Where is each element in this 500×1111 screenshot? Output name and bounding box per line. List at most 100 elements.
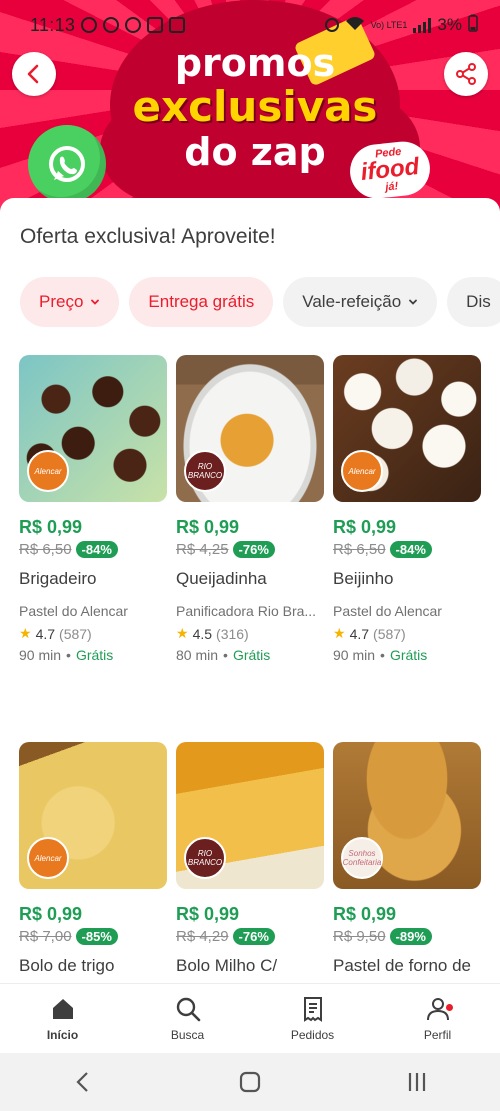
ifood-logo: Pede ifood já! — [347, 138, 433, 202]
original-price: R$ 6,50 — [19, 541, 72, 558]
original-price: R$ 7,00 — [19, 928, 72, 945]
filter-chip-free-delivery[interactable]: Entrega grátis — [129, 277, 274, 327]
product-card-beijinho[interactable]: Alencar R$ 0,99 R$ 6,50 -84% Beijinho Pa… — [333, 355, 481, 685]
back-button[interactable] — [12, 52, 56, 96]
offers-sheet: Oferta exclusiva! Aproveite! Preço Entre… — [0, 198, 500, 988]
product-card-queijadinha[interactable]: RIO BRANCO R$ 0,99 R$ 4,25 -76% Queijadi… — [176, 355, 324, 685]
product-image: Sonhos Confeitaria — [333, 742, 481, 889]
product-price: R$ 0,99 — [176, 517, 240, 537]
discount-badge: -89% — [389, 928, 432, 945]
promo-line-2: exclusivas — [132, 82, 378, 131]
whatsapp-notification-icon — [81, 17, 98, 33]
original-price: R$ 4,29 — [176, 928, 229, 945]
rating-value: 4.7 — [35, 625, 56, 642]
product-name: Bolo de trigo — [19, 956, 115, 975]
nav-item-search[interactable]: Busca — [128, 996, 248, 1042]
signal-icon — [413, 17, 432, 33]
product-card-pastel-de-forno[interactable]: Sonhos Confeitaria R$ 0,99 R$ 9,50 -89% … — [333, 742, 481, 982]
whatsapp-icon — [28, 125, 106, 203]
nav-label: Início — [46, 1027, 79, 1042]
share-icon — [456, 63, 476, 85]
battery-icon — [468, 14, 478, 37]
nav-item-profile[interactable]: Perfil — [378, 996, 498, 1042]
product-name: Bolo Milho C/ — [176, 956, 278, 975]
product-price: R$ 0,99 — [176, 904, 240, 924]
store-name: Panificadora Rio Bra... — [176, 603, 317, 619]
status-bar: 11:13 Vo) LTE1 3% — [0, 0, 500, 50]
product-price: R$ 0,99 — [19, 904, 83, 924]
share-button[interactable] — [444, 52, 488, 96]
filter-chips: Preço Entrega grátis Vale-refeição Dis — [20, 277, 500, 327]
nav-item-orders[interactable]: Pedidos — [253, 996, 373, 1042]
system-navigation-bar — [0, 1053, 500, 1111]
star-icon: ★ — [176, 625, 189, 641]
product-image: RIO BRANCO — [176, 355, 324, 502]
filter-chip-label: Entrega grátis — [148, 292, 255, 311]
delivery-time: 90 min — [19, 647, 62, 663]
product-image: Alencar — [19, 742, 167, 889]
product-price: R$ 0,99 — [19, 517, 83, 537]
delivery-fee: Grátis — [232, 647, 271, 663]
product-card-bolo-de-trigo[interactable]: Alencar R$ 0,99 R$ 7,00 -85% Bolo de tri… — [19, 742, 167, 982]
video-notification-icon — [169, 17, 186, 33]
rating-value: 4.5 — [192, 625, 213, 642]
product-card-brigadeiro[interactable]: Alencar R$ 0,99 R$ 6,50 -84% Brigadeiro … — [19, 355, 167, 685]
store-name: Pastel do Alencar — [333, 603, 442, 619]
arrow-left-icon — [27, 64, 39, 84]
product-name: Pastel de forno de — [333, 956, 471, 975]
system-home-button[interactable] — [220, 1062, 280, 1102]
store-logo-text: Alencar — [348, 466, 376, 476]
product-image: Alencar — [19, 355, 167, 502]
product-image: Alencar — [333, 355, 481, 502]
product-image: RIO BRANCO — [176, 742, 324, 889]
filter-chip-price[interactable]: Preço — [20, 277, 120, 327]
recents-icon — [408, 1073, 425, 1091]
orders-icon — [303, 996, 322, 1022]
bag-notification-icon — [147, 17, 164, 33]
store-logo: Sonhos Confeitaria — [341, 837, 383, 879]
store-logo-text: RIO BRANCO — [187, 462, 223, 480]
filter-chip-meal-voucher[interactable]: Vale-refeição — [283, 277, 438, 327]
original-price: R$ 6,50 — [333, 541, 386, 558]
rating-value: 4.7 — [349, 625, 370, 642]
filter-chip-distance[interactable]: Dis — [447, 277, 500, 327]
delivery-time: 80 min — [176, 647, 219, 663]
delivery-fee: Grátis — [75, 647, 114, 663]
check-notification-icon — [103, 17, 120, 33]
product-name: Beijinho — [333, 569, 394, 588]
delivery-fee: Grátis — [389, 647, 428, 663]
discount-badge: -84% — [75, 541, 118, 558]
product-name: Brigadeiro — [19, 569, 97, 588]
star-icon: ★ — [19, 625, 32, 641]
store-logo: Alencar — [27, 450, 69, 492]
store-logo: RIO BRANCO — [184, 450, 226, 492]
store-logo-text: Alencar — [34, 853, 62, 863]
nav-item-home[interactable]: Início — [3, 996, 123, 1042]
system-back-button[interactable] — [53, 1062, 113, 1102]
delivery-time: 90 min — [333, 647, 376, 663]
store-logo-text: RIO BRANCO — [187, 849, 223, 867]
store-logo: Alencar — [27, 837, 69, 879]
app-notification-icon — [125, 17, 142, 33]
store-logo-text: Alencar — [34, 466, 62, 476]
system-recents-button[interactable] — [387, 1062, 447, 1102]
nav-label: Perfil — [423, 1027, 452, 1042]
discount-badge: -85% — [75, 928, 118, 945]
discount-badge: -84% — [389, 541, 432, 558]
filter-chip-label: Vale-refeição — [302, 292, 402, 311]
star-icon: ★ — [333, 625, 346, 641]
rating-count: (587) — [59, 625, 92, 642]
rating-count: (587) — [373, 625, 406, 642]
chevron-left-icon — [76, 1072, 89, 1092]
filter-chip-label: Dis — [466, 292, 491, 311]
discount-badge: -76% — [232, 541, 275, 558]
home-square-icon — [239, 1071, 261, 1093]
nav-label: Pedidos — [290, 1027, 335, 1042]
product-card-bolo-milho[interactable]: RIO BRANCO R$ 0,99 R$ 4,29 -76% Bolo Mil… — [176, 742, 324, 982]
store-logo: Alencar — [341, 450, 383, 492]
promo-line-3: do zap — [184, 130, 326, 174]
alarm-icon — [324, 18, 339, 32]
store-logo: RIO BRANCO — [184, 837, 226, 879]
promo-headline: promos exclusivas do zap — [130, 42, 380, 174]
original-price: R$ 4,25 — [176, 541, 229, 558]
